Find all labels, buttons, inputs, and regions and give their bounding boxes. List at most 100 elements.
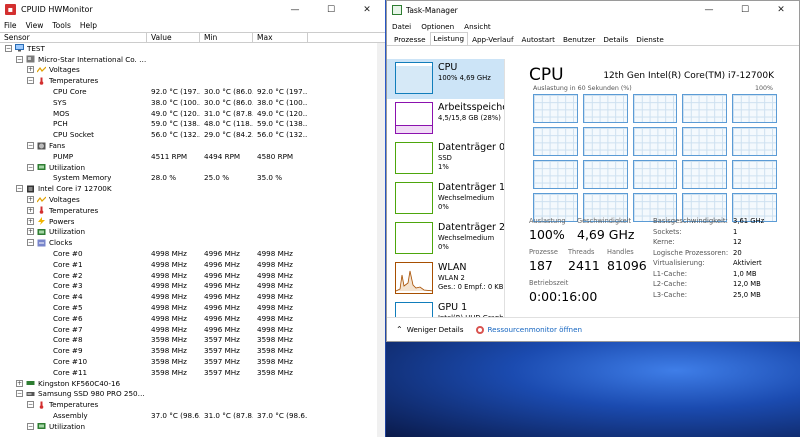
logical-processor-graph [632,127,678,156]
expand-icon[interactable]: + [27,217,34,225]
sensor-row[interactable]: Core #3 4998 MHz 4996 MHz 4998 MHz [0,281,385,292]
sensor-row[interactable]: − TEST [0,43,385,54]
collapse-icon[interactable]: − [16,185,23,193]
sensor-row[interactable]: − Utilization [0,421,385,432]
sensor-table-header: Sensor Value Min Max [0,32,385,43]
sidebar-item-gpu-1[interactable]: GPU 1Intel(R) UHD Graphics [387,299,504,317]
sensor-row[interactable]: Core #4 4998 MHz 4996 MHz 4998 MHz [0,291,385,302]
sidebar-item-datentr-ger-2-d[interactable]: Datenträger 2 (D:)Wechselmedium0% [387,219,504,259]
sensor-row[interactable]: + Utilization [0,227,385,238]
sensor-row[interactable]: Assembly 37.0 °C (98.6... 31.0 °C (87.8...… [0,410,385,421]
sensor-row[interactable]: − Clocks [0,237,385,248]
sensor-row[interactable]: CPU Socket 56.0 °C (132.... 29.0 °C (84.2.… [0,129,385,140]
vertical-scrollbar[interactable] [377,43,385,437]
sidebar-item-cpu[interactable]: CPU 100% 4,69 GHz [387,59,504,99]
detail-key: L3-Cache: [653,290,687,299]
sensor-row[interactable]: MOS 49.0 °C (120.... 31.0 °C (87.8... 49.0 … [0,108,385,119]
column-header-max[interactable]: Max [253,33,308,42]
tab-benutzer[interactable]: Benutzer [559,33,599,45]
menu-help[interactable]: Help [80,21,97,30]
close-button[interactable]: ✕ [349,0,385,19]
sensor-row[interactable]: − Fans [0,140,385,151]
sensor-cell: + Kingston KF560C40-16 [0,378,147,389]
collapse-icon[interactable]: − [27,239,34,247]
tab-leistung[interactable]: Leistung [429,32,469,45]
sensor-row[interactable]: + Voltages [0,65,385,76]
collapse-icon[interactable]: − [27,422,34,430]
sensor-row[interactable]: Core #0 4998 MHz 4996 MHz 4998 MHz [0,248,385,259]
maximize-button[interactable]: ☐ [727,1,763,20]
collapse-icon[interactable]: − [27,163,34,171]
less-details-link[interactable]: Weniger Details [407,325,464,334]
sensor-row[interactable]: Core #5 4998 MHz 4996 MHz 4998 MHz [0,302,385,313]
expand-icon[interactable]: + [27,206,34,214]
menu-tools[interactable]: Tools [52,21,70,30]
sensor-row[interactable]: Core #7 4998 MHz 4996 MHz 4998 MHz [0,324,385,335]
expand-icon[interactable]: + [27,228,34,236]
expand-icon[interactable]: + [16,379,23,387]
sensor-row[interactable]: − Temperatures [0,75,385,86]
sensor-row[interactable]: System Memory 28.0 % 25.0 % 35.0 % [0,173,385,184]
sensor-row[interactable]: Core #8 3598 MHz 3597 MHz 3598 MHz [0,335,385,346]
close-button[interactable]: ✕ [763,1,799,20]
sensor-row[interactable]: Core #10 3598 MHz 3597 MHz 3598 MHz [0,356,385,367]
resource-monitor-link[interactable]: Ressourcenmonitor öffnen [488,325,583,334]
sensor-row[interactable]: PCH 59.0 °C (138.... 48.0 °C (118.... 59.0 … [0,119,385,130]
column-header-min[interactable]: Min [200,33,253,42]
expand-icon[interactable]: + [27,196,34,204]
sensor-row[interactable]: Core #11 3598 MHz 3597 MHz 3598 MHz [0,367,385,378]
sensor-row[interactable]: − Utilization [0,162,385,173]
sensor-row[interactable]: Core #6 4998 MHz 4996 MHz 4998 MHz [0,313,385,324]
sidebar-item-datentr-ger-0-c[interactable]: Datenträger 0 (C:)SSD1% [387,139,504,179]
sidebar-item-datentr-ger-1-e[interactable]: Datenträger 1 (E:)Wechselmedium0% [387,179,504,219]
expand-icon[interactable]: + [27,66,34,74]
max-cell: 4998 MHz [257,292,293,302]
column-header-sensor[interactable]: Sensor [0,33,147,42]
sensor-label: Micro-Star International Co. Lt... [38,54,147,64]
chevron-up-icon[interactable]: ⌃ [396,325,403,334]
sensor-row[interactable]: + Kingston KF560C40-16 [0,378,385,389]
sensor-row[interactable]: CPU Core 92.0 °C (197.... 30.0 °C (86.0...… [0,86,385,97]
collapse-icon[interactable]: − [27,77,34,85]
tab-dienste[interactable]: Dienste [632,33,668,45]
collapse-icon[interactable]: − [5,44,12,52]
tab-autostart[interactable]: Autostart [518,33,559,45]
collapse-icon[interactable]: − [16,55,23,63]
menu-file[interactable]: File [4,21,17,30]
sidebar-item-name: Datenträger 0 (C:) [438,142,504,153]
collapse-icon[interactable]: − [27,401,34,409]
menu-optionen[interactable]: Optionen [421,22,454,31]
sidebar-scrollbar[interactable] [507,59,513,317]
column-header-value[interactable]: Value [147,33,200,42]
sensor-row[interactable]: − Samsung SSD 980 PRO 250GB [0,389,385,400]
tab-app-verlauf[interactable]: App-Verlauf [468,33,517,45]
sensor-row[interactable]: + Voltages [0,194,385,205]
sidebar-item-wlan[interactable]: WLANWLAN 2Ges.: 0 Empf.: 0 KBit/s [387,259,504,299]
sensor-row[interactable]: + Temperatures [0,205,385,216]
sidebar-text: Datenträger 2 (D:)Wechselmedium0% [438,222,504,252]
sensor-row[interactable]: Core #1 4998 MHz 4996 MHz 4998 MHz [0,259,385,270]
sidebar-item-detail: 1% [438,163,449,171]
minimize-button[interactable]: — [691,1,727,20]
sensor-row[interactable]: Core #2 4998 MHz 4996 MHz 4998 MHz [0,270,385,281]
collapse-icon[interactable]: − [16,390,23,398]
sensor-row[interactable]: − Micro-Star International Co. Lt... [0,54,385,65]
collapse-icon[interactable]: − [27,142,34,150]
sensor-row[interactable]: Core #9 3598 MHz 3597 MHz 3598 MHz [0,345,385,356]
menu-datei[interactable]: Datei [392,22,411,31]
sidebar-item-arbeitsspeicher[interactable]: Arbeitsspeicher4,5/15,8 GB (28%) [387,99,504,139]
sensor-row[interactable]: SYS 38.0 °C (100.... 30.0 °C (86.0... 38.0 … [0,97,385,108]
tab-prozesse[interactable]: Prozesse [390,33,430,45]
stat-value: 4,69 GHz [577,227,635,242]
sensor-row[interactable]: − Temperatures [0,399,385,410]
maximize-button[interactable]: ☐ [313,0,349,19]
tab-details[interactable]: Details [599,33,632,45]
detail-key: Kerne: [653,238,675,246]
sensor-row[interactable]: PUMP 4511 RPM 4494 RPM 4580 RPM [0,151,385,162]
sensor-row[interactable]: − Intel Core i7 12700K [0,183,385,194]
sensor-row[interactable]: + Powers [0,216,385,227]
resource-monitor-icon[interactable] [475,325,484,334]
minimize-button[interactable]: — [277,0,313,19]
menu-view[interactable]: View [26,21,44,30]
menu-ansicht[interactable]: Ansicht [464,22,491,31]
